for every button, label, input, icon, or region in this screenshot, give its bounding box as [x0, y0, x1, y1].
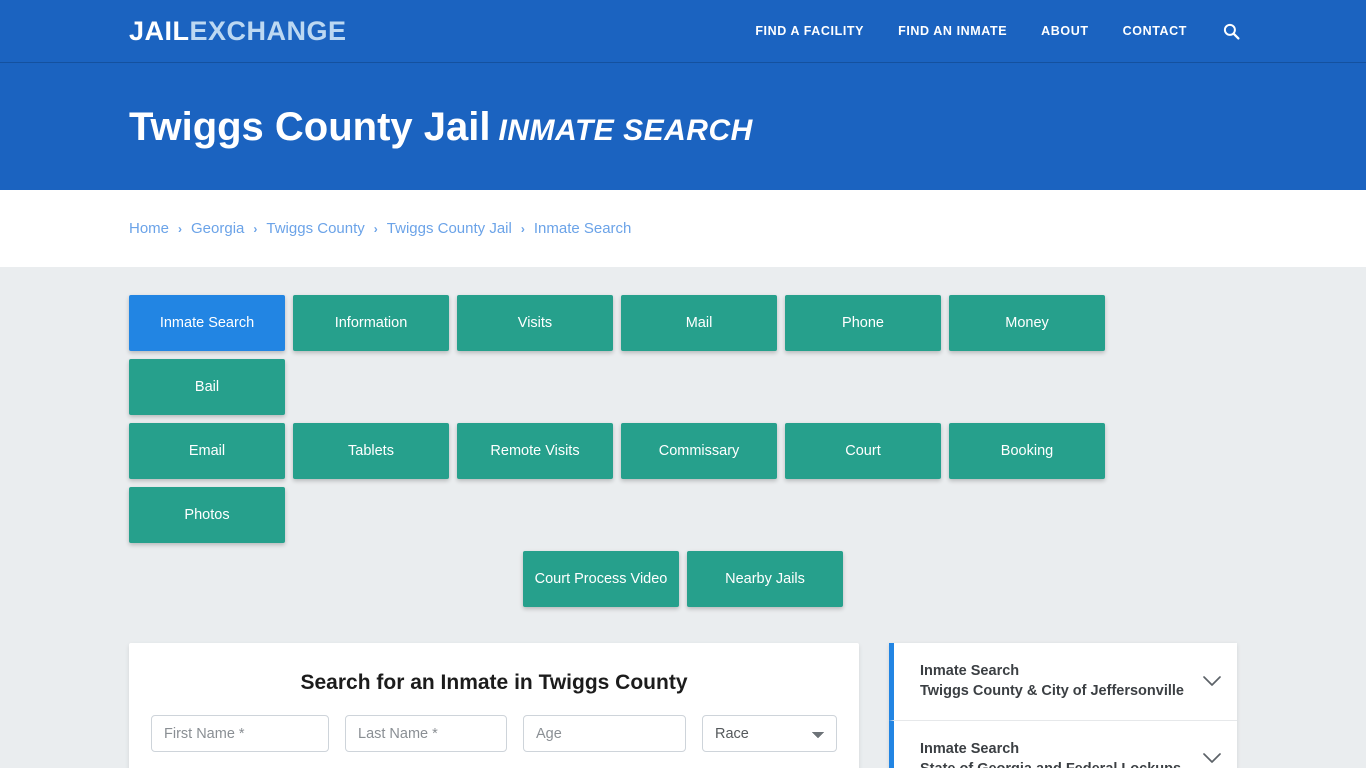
breadcrumb-separator-icon: ›: [253, 221, 258, 236]
breadcrumb-item-twiggs-county[interactable]: Twiggs County: [266, 220, 364, 237]
chevron-down-icon[interactable]: [1201, 748, 1223, 768]
breadcrumb-item-georgia[interactable]: Georgia: [191, 220, 244, 237]
accordion-item-title: Inmate Search: [920, 740, 1020, 757]
page-title-sub: INMATE SEARCH: [498, 113, 753, 147]
tab-bail[interactable]: Bail: [129, 359, 285, 415]
accordion-item-text: Inmate Search Twiggs County & City of Je…: [920, 661, 1197, 702]
page-title: Twiggs County Jail INMATE SEARCH: [129, 105, 753, 149]
inmate-search-accordion: Inmate Search Twiggs County & City of Je…: [889, 643, 1237, 768]
tab-photos[interactable]: Photos: [129, 487, 285, 543]
facility-tab-row-1: Inmate Search Information Visits Mail Ph…: [129, 295, 1237, 415]
main-navigation: FIND A FACILITY FIND AN INMATE ABOUT CON…: [721, 23, 1366, 40]
breadcrumb-item-twiggs-county-jail[interactable]: Twiggs County Jail: [387, 220, 512, 237]
left-column: Search for an Inmate in Twiggs County Ra…: [129, 643, 859, 768]
breadcrumb-item-inmate-search: Inmate Search: [533, 220, 632, 237]
breadcrumb-bar: Home › Georgia › Twiggs County › Twiggs …: [0, 190, 1366, 267]
breadcrumb: Home › Georgia › Twiggs County › Twiggs …: [129, 220, 631, 237]
accordion-item-subtitle: Twiggs County & City of Jeffersonville: [920, 683, 1184, 700]
tab-mail[interactable]: Mail: [621, 295, 777, 351]
first-name-input[interactable]: [151, 715, 329, 752]
breadcrumb-item-home[interactable]: Home: [129, 220, 169, 237]
tab-information[interactable]: Information: [293, 295, 449, 351]
tab-inmate-search[interactable]: Inmate Search: [129, 295, 285, 351]
facility-tab-row-3: Court Process Video Nearby Jails: [129, 551, 1237, 607]
facility-tab-row-2: Email Tablets Remote Visits Commissary C…: [129, 423, 1237, 543]
tab-remote-visits[interactable]: Remote Visits: [457, 423, 613, 479]
tab-visits[interactable]: Visits: [457, 295, 613, 351]
age-input[interactable]: [523, 715, 686, 752]
logo-text-jail: JAIL: [129, 15, 190, 46]
tab-commissary[interactable]: Commissary: [621, 423, 777, 479]
content-columns: Search for an Inmate in Twiggs County Ra…: [129, 643, 1237, 768]
site-header: JAILEXCHANGE FIND A FACILITY FIND AN INM…: [0, 0, 1366, 63]
tab-money[interactable]: Money: [949, 295, 1105, 351]
accordion-item-county-jeffersonville[interactable]: Inmate Search Twiggs County & City of Je…: [889, 643, 1237, 720]
tab-phone[interactable]: Phone: [785, 295, 941, 351]
search-icon[interactable]: [1223, 23, 1240, 40]
nav-item-find-a-facility[interactable]: FIND A FACILITY: [755, 24, 864, 38]
tab-court[interactable]: Court: [785, 423, 941, 479]
last-name-input[interactable]: [345, 715, 507, 752]
race-select[interactable]: Race: [702, 715, 837, 752]
search-fields: Race: [151, 715, 837, 752]
right-column: Inmate Search Twiggs County & City of Je…: [889, 643, 1237, 768]
tab-email[interactable]: Email: [129, 423, 285, 479]
tab-booking[interactable]: Booking: [949, 423, 1105, 479]
inmate-search-card: Search for an Inmate in Twiggs County Ra…: [129, 643, 859, 768]
search-heading: Search for an Inmate in Twiggs County: [300, 671, 688, 694]
tab-tablets[interactable]: Tablets: [293, 423, 449, 479]
main-content: Inmate Search Information Visits Mail Ph…: [0, 267, 1366, 768]
accordion-item-subtitle: State of Georgia and Federal Lockups: [920, 759, 1197, 768]
accordion-item-text: Inmate Search State of Georgia and Feder…: [920, 739, 1197, 768]
chevron-down-icon[interactable]: [1201, 670, 1223, 692]
page-title-band: Twiggs County Jail INMATE SEARCH: [0, 63, 1366, 190]
accordion-item-title: Inmate Search: [920, 663, 1020, 679]
logo-text-exchange: EXCHANGE: [189, 15, 347, 46]
nav-item-about[interactable]: ABOUT: [1041, 24, 1088, 38]
site-logo[interactable]: JAILEXCHANGE: [129, 15, 347, 46]
breadcrumb-separator-icon: ›: [373, 221, 378, 236]
breadcrumb-separator-icon: ›: [520, 221, 525, 236]
tab-court-process-video[interactable]: Court Process Video: [523, 551, 679, 607]
nav-item-find-an-inmate[interactable]: FIND AN INMATE: [898, 24, 1007, 38]
nav-item-contact[interactable]: CONTACT: [1123, 24, 1187, 38]
accordion-item-state-federal[interactable]: Inmate Search State of Georgia and Feder…: [889, 719, 1237, 768]
breadcrumb-separator-icon: ›: [178, 221, 183, 236]
page-title-main: Twiggs County Jail: [129, 104, 491, 149]
tab-nearby-jails[interactable]: Nearby Jails: [687, 551, 843, 607]
